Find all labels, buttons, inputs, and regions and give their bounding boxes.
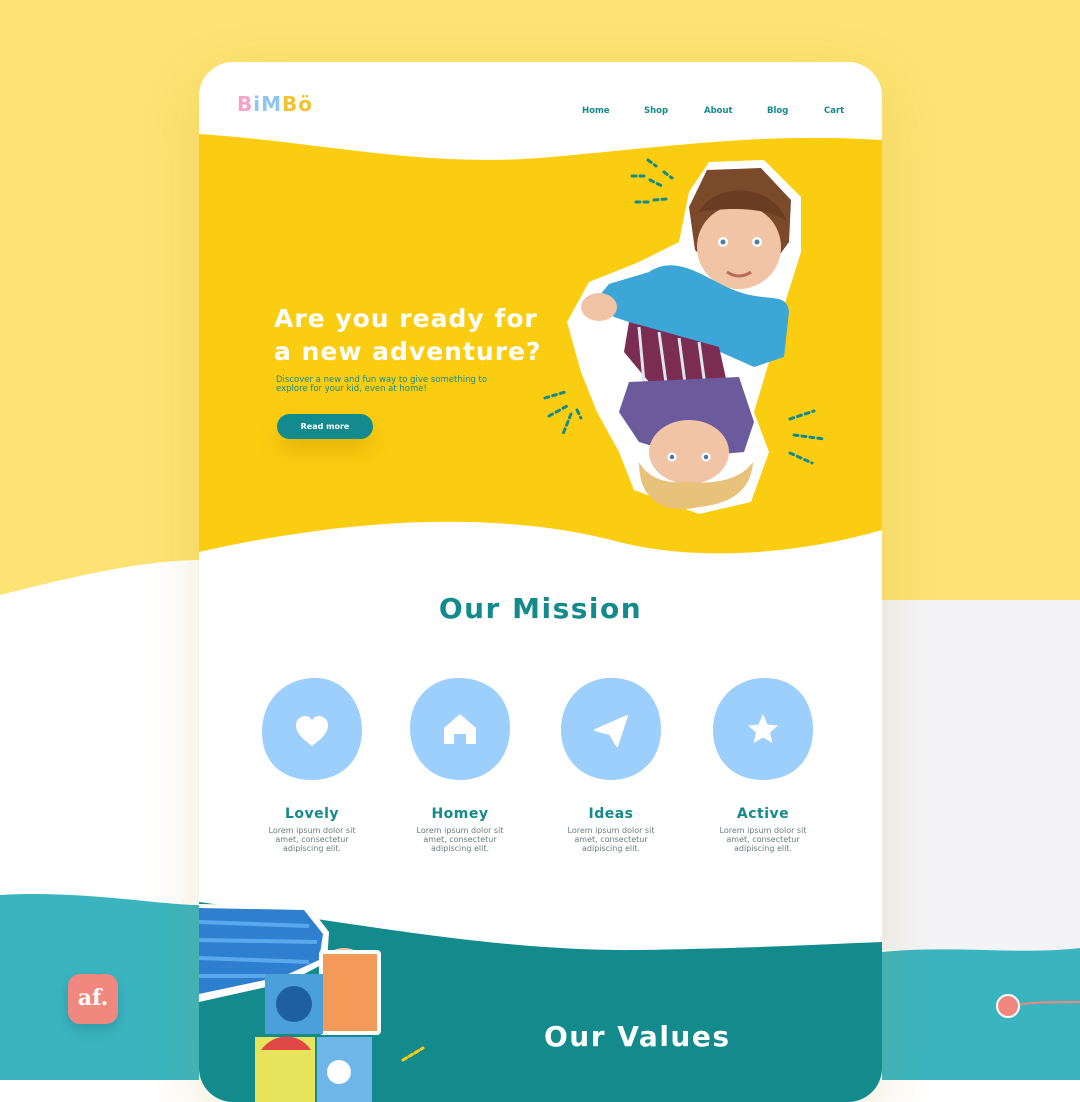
decorative-dashes: [788, 409, 826, 465]
logo-letter: ö: [298, 92, 314, 116]
feature-label: Active: [736, 806, 790, 822]
logo-letter: B: [237, 92, 254, 116]
website-card: BiMBö Home Shop About Blog Cart Are you …: [199, 62, 882, 1102]
feature-description: Lorem ipsum dolor sit amet, consectetur …: [708, 826, 818, 853]
nav-about[interactable]: About: [704, 106, 733, 116]
feature-desc-line: amet, consectetur: [275, 835, 349, 844]
feature-desc-line: amet, consectetur: [423, 835, 497, 844]
feature-label: Ideas: [588, 806, 634, 822]
feature-description: Lorem ipsum dolor sit amet, consectetur …: [556, 826, 666, 853]
slider-handle-decoration: [996, 994, 1080, 1018]
hero-title: Are you ready for a new adventure?: [274, 302, 574, 368]
feature-desc-line: Lorem ipsum dolor sit: [719, 826, 807, 835]
logo-letter: i: [253, 92, 262, 116]
nav-home[interactable]: Home: [582, 106, 610, 116]
feature-label: Homey: [431, 806, 489, 822]
af-logo-badge[interactable]: af.: [68, 974, 118, 1024]
feature-blob: [262, 677, 362, 780]
feature-desc-line: adipiscing elit.: [430, 844, 490, 853]
mission-title: Our Mission: [438, 592, 643, 625]
feature-label: Lovely: [284, 806, 340, 822]
decorative-dashes: [630, 158, 674, 204]
feature-ideas: Ideas Lorem ipsum dolor sit amet, consec…: [556, 676, 666, 853]
logo-letter: B: [282, 92, 299, 116]
values-title: Our Values: [544, 1020, 731, 1053]
nav-cart[interactable]: Cart: [824, 106, 844, 116]
nav-blog[interactable]: Blog: [767, 106, 788, 116]
feature-description: Lorem ipsum dolor sit amet, consectetur …: [405, 826, 515, 853]
read-more-button[interactable]: Read more: [277, 414, 373, 439]
feature-homey: Homey Lorem ipsum dolor sit amet, consec…: [405, 676, 515, 853]
feature-desc-line: Lorem ipsum dolor sit: [416, 826, 504, 835]
hero-subtitle-line: explore for your kid, even at home!: [276, 384, 427, 394]
feature-desc-line: Lorem ipsum dolor sit: [567, 826, 655, 835]
feature-desc-line: amet, consectetur: [726, 835, 800, 844]
decorative-dashes: [543, 390, 583, 436]
decorative-dashes: [401, 1046, 425, 1062]
feature-description: Lorem ipsum dolor sit amet, consectetur …: [257, 826, 367, 853]
feature-active: Active Lorem ipsum dolor sit amet, conse…: [708, 676, 818, 853]
hero-kids-photo: [567, 160, 801, 514]
feature-lovely: Lovely Lorem ipsum dolor sit amet, conse…: [257, 676, 367, 853]
feature-desc-line: Lorem ipsum dolor sit: [268, 826, 356, 835]
feature-blob: [410, 678, 510, 780]
brand-logo[interactable]: BiMBö: [237, 92, 313, 116]
hero-subtitle: Discover a new and fun way to give somet…: [276, 376, 526, 394]
feature-desc-line: adipiscing elit.: [581, 844, 641, 853]
values-kid-blocks-photo: [199, 904, 381, 1102]
feature-desc-line: adipiscing elit.: [733, 844, 793, 853]
feature-desc-line: adipiscing elit.: [282, 844, 342, 853]
logo-letter: M: [261, 92, 283, 116]
hero-title-line: a new adventure?: [274, 337, 542, 366]
feature-blob: [561, 677, 661, 780]
hero-title-line: Are you ready for: [274, 304, 538, 333]
feature-desc-line: amet, consectetur: [574, 835, 648, 844]
feature-blob: [713, 678, 813, 780]
nav-shop[interactable]: Shop: [644, 106, 668, 116]
